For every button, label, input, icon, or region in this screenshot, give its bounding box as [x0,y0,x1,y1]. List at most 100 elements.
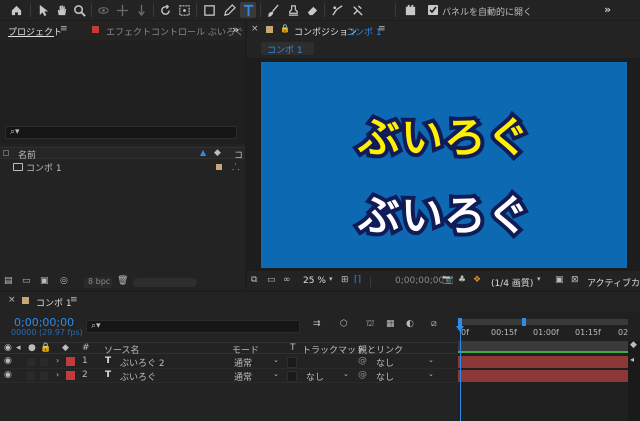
hand-icon[interactable] [53,2,69,18]
comp-panel-menu-icon[interactable]: ≡ [378,24,386,34]
layer1-preserve-transparency[interactable] [287,357,297,368]
color-channel-icon[interactable]: ❖ [473,275,481,285]
resolution-dropdown[interactable]: (1/4 画質) [491,276,533,289]
timeline-search-input[interactable]: ⌕▾ [86,320,300,333]
layer2-solo-box[interactable] [27,372,35,380]
layer2-label-color[interactable] [66,371,75,380]
layer1-visibility-icon[interactable]: ◉ [4,356,12,366]
move-icon[interactable] [114,2,130,18]
viewer-area[interactable]: ぶいろぐ ぶいろぐ [247,58,640,271]
layer1-parent[interactable]: なし [376,356,394,369]
tag-icon[interactable]: ◆ [214,148,221,158]
layer1-duration-bar[interactable] [458,356,634,368]
stamp-icon[interactable] [285,2,301,18]
zoom-value[interactable]: 25 % [303,276,326,286]
comp-mini-flowchart-icon[interactable]: ⇉ [313,319,321,329]
puppet-icon[interactable] [349,2,365,18]
render-queue-icon[interactable]: ◎ [60,276,68,286]
new-folder-icon[interactable]: ▭ [22,276,31,286]
timeline-menu-icon[interactable]: ≡ [70,295,78,305]
rotate-icon[interactable] [157,2,173,18]
bpc-button[interactable]: 8 bpc [84,277,112,288]
roto-icon[interactable] [329,2,345,18]
selection-icon[interactable] [35,2,51,18]
layer1-mode[interactable]: 通常 [234,356,252,369]
project-item[interactable]: コンポ 1 ⸫ [0,161,245,174]
layer1-mode-dropdown-icon[interactable]: ⌄ [273,356,279,364]
transparency-grid-icon[interactable]: ⊠ [571,275,579,285]
audio-switch-icon[interactable]: ◂ [16,343,21,353]
interpret-footage-icon[interactable]: ▤ [4,276,13,286]
shy-layers-icon[interactable]: ⛫ [366,319,374,330]
viewer-timecode[interactable]: 0;00;00;00 [395,276,444,286]
comp-tab-name[interactable]: コンポ 1 [346,25,382,38]
timeline-tab[interactable]: コンポ 1 [36,296,72,309]
text-layer-yellow[interactable]: ぶいろぐ [261,104,627,166]
zoom-icon[interactable] [71,2,87,18]
active-camera-dropdown[interactable]: アクティブカメ [587,276,640,289]
lock-icon[interactable]: 🔒 [280,24,290,33]
pen-icon[interactable] [221,2,237,18]
lock-switch-icon[interactable]: 🔒 [40,343,51,353]
layer2-duration-bar[interactable] [458,370,634,382]
layer2-preserve-transparency[interactable] [287,371,297,382]
video-switch-icon[interactable]: ◉ [4,343,12,353]
time-navigator[interactable] [458,319,628,325]
comp-button-icon[interactable]: ◆ [630,340,637,350]
layer1-label-color[interactable] [66,357,75,366]
layer-row-2[interactable]: ◉ › 2 T ぶいろぐ 通常 ⌄ なし ⌄ @ なし ⌄ [0,369,457,383]
layer-end-marker-icon[interactable]: ◂ [630,355,634,364]
item-label-color[interactable] [216,164,222,170]
snapshot-icon[interactable]: 📷 [442,275,453,285]
sort-ascending-icon[interactable]: ▲ [200,148,206,157]
layer1-name[interactable]: ぶいろぐ 2 [120,356,165,369]
project-search-input[interactable]: ⌕▾ [5,126,237,139]
zoom-dropdown-icon[interactable]: ▾ [329,275,333,283]
monitor-icon[interactable]: ▭ [267,275,276,285]
close-tab-icon[interactable]: × [251,24,259,34]
type-icon[interactable] [240,2,256,18]
region-of-interest-icon[interactable]: ⌈⌉ [354,275,361,285]
eraser-icon[interactable] [304,2,320,18]
solo-switch-icon[interactable]: ● [28,343,36,353]
layer1-pickwhip-icon[interactable]: @ [358,356,367,366]
layer-row-1[interactable]: ◉ › 1 T ぶいろぐ 2 通常 ⌄ @ なし ⌄ [0,355,457,369]
pan-icon[interactable] [133,2,149,18]
layer1-expand-icon[interactable]: › [56,356,59,365]
mask-view-icon[interactable]: ∞ [283,275,291,285]
layer2-parent-dropdown-icon[interactable]: ⌄ [428,370,434,378]
grid-icon[interactable]: ⊞ [341,275,349,285]
effect-controls-tab[interactable]: エフェクトコントロール ぶいろぐ [106,25,244,38]
layer2-expand-icon[interactable]: › [56,370,59,379]
navigator-end-handle[interactable] [522,318,526,326]
auto-open-checkbox[interactable] [428,5,438,15]
thumbnail-scrollbar[interactable] [133,278,197,287]
layer2-mode[interactable]: 通常 [234,370,252,383]
layer2-visibility-icon[interactable]: ◉ [4,370,12,380]
layer1-solo-box[interactable] [27,358,35,366]
rect-icon[interactable] [201,2,217,18]
resolution-dropdown-icon[interactable]: ▾ [537,275,541,283]
layer2-track-matte[interactable]: なし [306,370,324,383]
always-preview-icon[interactable]: ⧉ [251,275,257,285]
comp-canvas[interactable]: ぶいろぐ ぶいろぐ [261,62,627,268]
motion-blur-icon[interactable]: ◐ [406,319,414,329]
time-ruler[interactable]: 0f 00:15f 01:00f 01:15f 02 [458,328,640,340]
close-timeline-icon[interactable]: × [8,295,16,305]
anchor-icon[interactable] [176,2,192,18]
layer1-lock-box[interactable] [40,358,48,366]
layer2-lock-box[interactable] [40,372,48,380]
home-icon[interactable] [8,2,24,18]
time-graph[interactable]: 0f 00:15f 01:00f 01:15f 02 ◆ ◂ [456,312,640,421]
tab-overflow-icon[interactable]: » [232,23,239,36]
show-snapshot-icon[interactable]: ♣ [458,275,466,285]
layer2-parent[interactable]: なし [376,370,394,383]
draft-3d-icon[interactable]: ⬡ [340,319,348,329]
layer2-track-matte-dropdown-icon[interactable]: ⌄ [343,370,349,378]
toolbar-overflow-icon[interactable]: » [604,3,611,16]
panel-menu-icon[interactable]: ≡ [60,24,68,34]
layer2-pickwhip-icon[interactable]: @ [358,370,367,380]
snap-icon[interactable] [402,2,418,18]
text-layer-white[interactable]: ぶいろぐ [261,182,627,244]
frame-blending-icon[interactable]: ▦ [386,319,395,329]
